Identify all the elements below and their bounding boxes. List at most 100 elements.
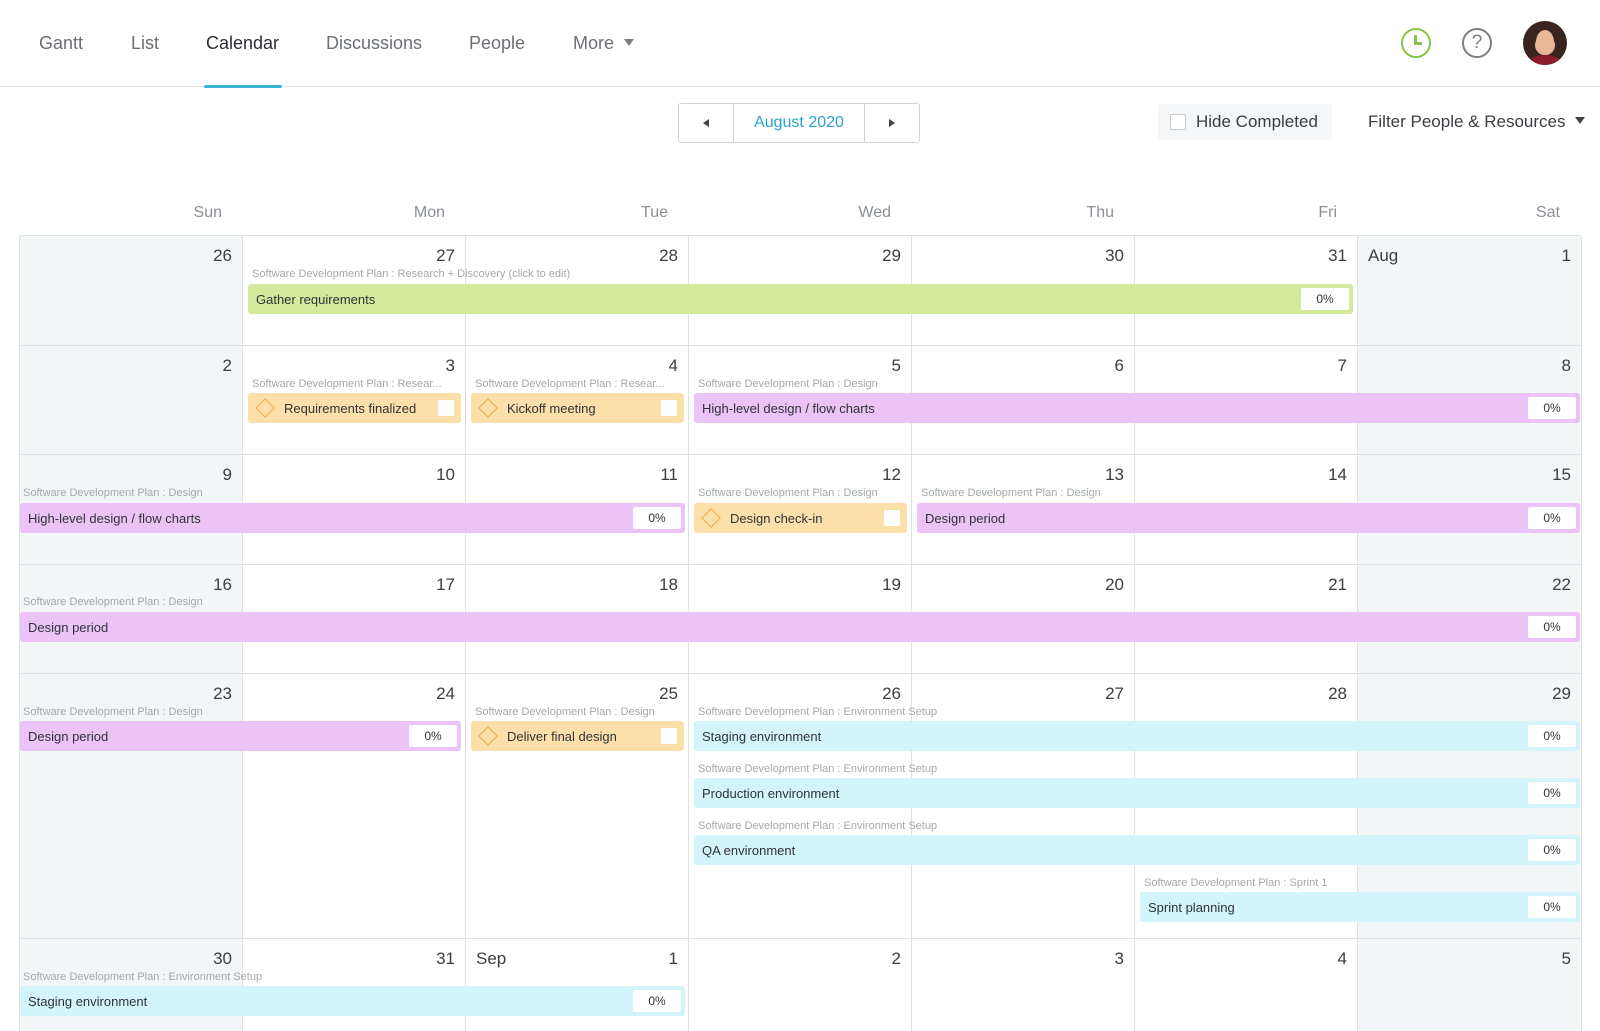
tab-discussions[interactable]: Discussions	[326, 0, 422, 87]
tab-people[interactable]: People	[469, 0, 525, 87]
event-staging-environment[interactable]: Staging environment 0%	[20, 986, 685, 1016]
event-progress: 0%	[1528, 896, 1576, 918]
event-context: Software Development Plan : Environment …	[23, 971, 263, 983]
day-cell[interactable]: 2	[20, 346, 243, 455]
day-number: 21	[1328, 575, 1347, 594]
event-context: Software Development Plan : Resear...	[252, 378, 442, 390]
day-number: 30	[213, 949, 232, 968]
event-progress: 0%	[633, 990, 681, 1012]
month-navigator: August 2020	[678, 103, 920, 143]
hide-completed-toggle[interactable]: Hide Completed	[1158, 104, 1332, 140]
day-number: 17	[436, 575, 455, 594]
day-cell[interactable]: 5	[1358, 939, 1582, 1031]
milestone-kickoff-meeting[interactable]: Kickoff meeting	[471, 393, 684, 423]
event-progress: 0%	[1528, 616, 1576, 638]
event-progress: 0%	[1301, 288, 1349, 310]
day-number: 13	[1105, 465, 1124, 484]
active-tab-underline	[204, 85, 283, 88]
tab-calendar[interactable]: Calendar	[204, 0, 283, 88]
event-progress: 0%	[633, 507, 681, 529]
chevron-down-icon	[1575, 117, 1586, 125]
event-context: Software Development Plan : Environment …	[698, 706, 938, 718]
event-context: Software Development Plan : Research + D…	[252, 268, 571, 280]
month-label[interactable]: August 2020	[733, 104, 865, 142]
day-number: 2	[222, 356, 232, 375]
tab-gantt[interactable]: Gantt	[39, 0, 83, 87]
event-title: Requirements finalized	[284, 400, 417, 416]
event-title: Gather requirements	[256, 291, 376, 307]
event-context: Software Development Plan : Sprint 1	[1144, 877, 1328, 889]
clock-icon[interactable]	[1401, 28, 1431, 58]
milestone-requirements-finalized[interactable]: Requirements finalized	[248, 393, 461, 423]
milestone-design-check-in[interactable]: Design check-in	[694, 503, 907, 533]
day-number: 11	[660, 465, 678, 484]
event-context: Software Development Plan : Environment …	[698, 820, 938, 832]
day-number: 9	[222, 465, 232, 484]
milestone-deliver-final-design[interactable]: Deliver final design	[471, 721, 684, 751]
event-staging-environment[interactable]: Staging environment 0%	[694, 721, 1580, 751]
event-title: Staging environment	[28, 993, 148, 1009]
event-progress: 0%	[1528, 507, 1576, 529]
day-cell[interactable]: 3	[912, 939, 1135, 1031]
weekday-header-sat: Sat	[1535, 204, 1560, 221]
milestone-diamond-icon	[255, 398, 275, 418]
day-number: 5	[891, 356, 901, 375]
day-number: 6	[1114, 356, 1124, 375]
avatar[interactable]	[1523, 21, 1567, 65]
tab-list[interactable]: List	[131, 0, 159, 87]
event-title: High-level design / flow charts	[28, 510, 201, 526]
day-cell[interactable]: Aug 1	[1358, 236, 1582, 346]
milestone-checkbox[interactable]	[438, 400, 454, 416]
day-number: 26	[213, 246, 232, 265]
event-design-period[interactable]: Design period 0%	[20, 612, 1580, 642]
day-number: 16	[213, 575, 232, 594]
help-icon[interactable]: ?	[1462, 28, 1492, 58]
day-cell[interactable]: 26	[20, 236, 243, 346]
event-sprint-planning[interactable]: Sprint planning 0%	[1140, 892, 1580, 922]
day-number: 1	[668, 949, 678, 968]
day-cell[interactable]: 4	[1135, 939, 1358, 1031]
day-cell[interactable]: 2	[689, 939, 912, 1031]
event-progress: 0%	[1528, 839, 1576, 861]
tab-more[interactable]: More	[573, 0, 635, 87]
milestone-checkbox[interactable]	[884, 510, 900, 526]
event-title: Deliver final design	[507, 728, 617, 744]
event-qa-environment[interactable]: QA environment 0%	[694, 835, 1580, 865]
event-title: Production environment	[702, 785, 840, 801]
day-cell[interactable]: 31	[243, 939, 466, 1031]
milestone-diamond-icon	[478, 726, 498, 746]
weekday-header-fri: Fri	[1318, 204, 1337, 221]
filter-people-label: Filter People & Resources	[1368, 112, 1566, 131]
event-high-level-design[interactable]: High-level design / flow charts 0%	[20, 503, 685, 533]
event-gather-requirements[interactable]: Gather requirements 0%	[248, 284, 1353, 314]
calendar-grid: 26 27 28 29 30 31 Aug 1 2 3 4 5 6 7 8 9 1…	[19, 235, 1582, 1031]
event-title: Design period	[28, 728, 109, 744]
event-context: Software Development Plan : Design	[475, 706, 655, 718]
day-cell[interactable]: 30	[20, 939, 243, 1031]
weekday-header-wed: Wed	[858, 204, 891, 221]
event-title: Sprint planning	[1148, 899, 1235, 915]
prev-month-button[interactable]	[679, 104, 733, 142]
event-context: Software Development Plan : Design	[23, 487, 203, 499]
event-title: Staging environment	[702, 728, 822, 744]
day-cell[interactable]: Sep 1	[466, 939, 689, 1031]
day-number: 22	[1552, 575, 1571, 594]
filter-people-dropdown[interactable]: Filter People & Resources	[1368, 104, 1586, 140]
milestone-checkbox[interactable]	[661, 728, 677, 744]
hide-completed-checkbox[interactable]	[1170, 114, 1186, 130]
next-month-button[interactable]	[865, 104, 919, 142]
event-design-period[interactable]: Design period 0%	[917, 503, 1580, 533]
event-context: Software Development Plan : Environment …	[698, 763, 938, 775]
day-number: 25	[659, 684, 678, 703]
day-number: 8	[1561, 356, 1571, 375]
milestone-checkbox[interactable]	[661, 400, 677, 416]
day-number: 14	[1328, 465, 1347, 484]
milestone-diamond-icon	[478, 398, 498, 418]
event-context: Software Development Plan : Design	[23, 596, 203, 608]
day-number: 15	[1552, 465, 1571, 484]
event-high-level-design[interactable]: High-level design / flow charts 0%	[694, 393, 1580, 423]
month-marker: Aug	[1368, 246, 1399, 265]
event-production-environment[interactable]: Production environment 0%	[694, 778, 1580, 808]
event-design-period[interactable]: Design period 0%	[20, 721, 461, 751]
day-number: 4	[668, 356, 678, 375]
